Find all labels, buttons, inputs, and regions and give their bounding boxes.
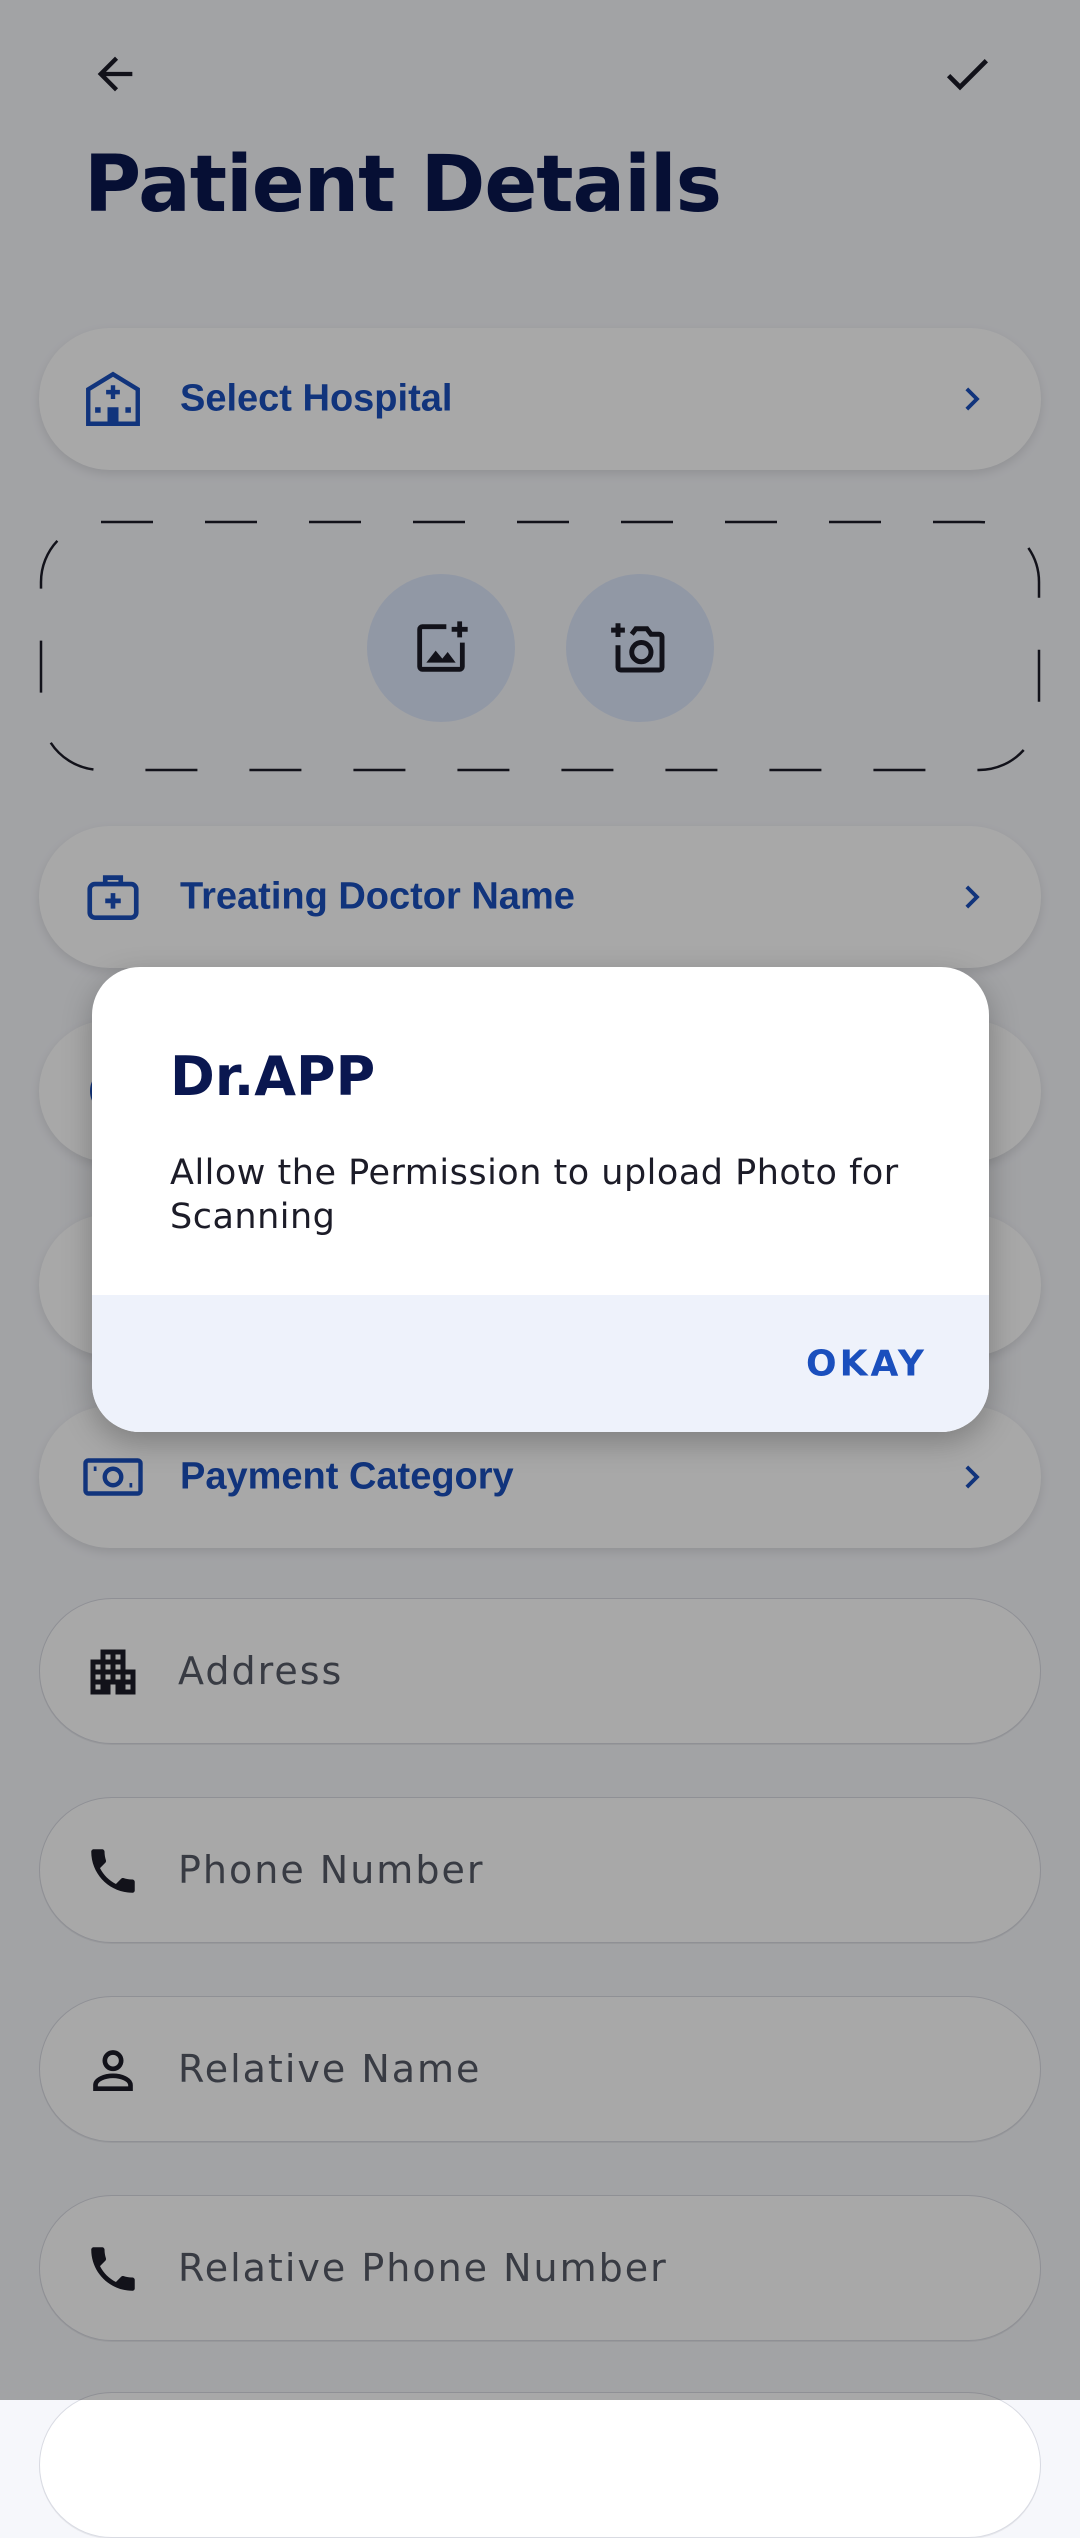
- okay-button[interactable]: OKAY: [796, 1335, 937, 1392]
- next-field[interactable]: [39, 2392, 1041, 2538]
- permission-dialog: Dr.APP Allow the Permission to upload Ph…: [92, 967, 989, 1432]
- dialog-message: Allow the Permission to upload Photo for…: [170, 1153, 899, 1237]
- dialog-title: Dr.APP: [170, 1045, 376, 1108]
- dialog-footer: OKAY: [92, 1295, 989, 1432]
